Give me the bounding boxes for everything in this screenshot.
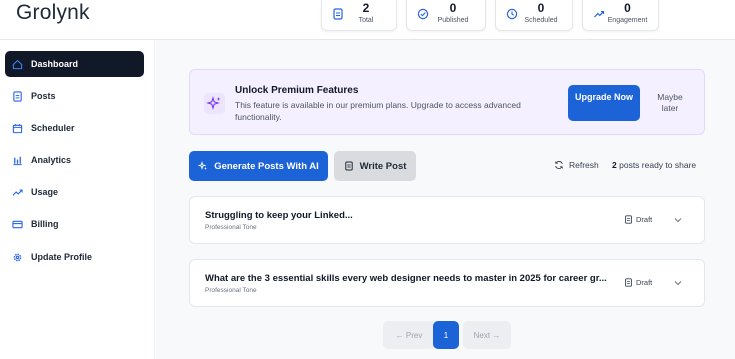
post-status-label: Draft	[636, 215, 653, 224]
generate-posts-label: Generate Posts With AI	[214, 160, 319, 172]
stat-label: Engagement	[607, 17, 648, 24]
sidebar-item-analytics[interactable]: Analytics	[5, 147, 144, 173]
write-post-button[interactable]: Write Post	[334, 151, 416, 181]
stat-label: Scheduled	[524, 17, 558, 24]
stat-card-scheduled: 0 Scheduled	[495, 0, 573, 31]
document-icon	[625, 278, 632, 287]
post-title: What are the 3 essential skills every we…	[205, 273, 607, 284]
sidebar-item-label: Posts	[31, 91, 56, 101]
gear-icon	[13, 253, 22, 261]
chevron-down-icon[interactable]	[673, 278, 683, 288]
sidebar-item-label: Dashboard	[31, 59, 79, 69]
stat-label: Total	[358, 17, 374, 24]
sidebar-item-label: Scheduler	[31, 123, 75, 133]
prev-page-button[interactable]: ← Prev	[383, 321, 435, 349]
sidebar-item-label: Analytics	[31, 155, 72, 165]
document-icon	[625, 215, 632, 224]
write-post-label: Write Post	[359, 160, 407, 172]
upgrade-now-button[interactable]: Upgrade Now	[568, 85, 640, 121]
post-status-badge: Draft	[624, 278, 652, 287]
premium-description: This feature is available in our premium…	[235, 100, 521, 122]
calendar-icon	[12, 123, 23, 133]
stat-value: 0	[624, 1, 631, 15]
sidebar-item-usage[interactable]: Usage	[5, 179, 144, 205]
premium-banner: Unlock Premium Features This feature is …	[189, 69, 705, 135]
premium-title: Unlock Premium Features	[235, 85, 359, 96]
sidebar-item-label: Billing	[31, 219, 59, 229]
sidebar-item-update-profile[interactable]: Update Profile	[5, 244, 144, 270]
top-header: Grolynk 2 Total 0 Published 0 Scheduled …	[0, 0, 735, 40]
trending-up-icon	[12, 189, 23, 196]
document-icon	[13, 90, 22, 102]
maybe-later-button[interactable]: Maybe later	[649, 92, 691, 114]
post-status-label: Draft	[636, 278, 653, 287]
refresh-icon	[555, 161, 563, 169]
stat-value: 0	[537, 1, 545, 15]
sidebar-item-billing[interactable]: Billing	[5, 211, 144, 237]
post-card[interactable]: What are the 3 essential skills every we…	[189, 259, 705, 307]
stat-card-published: 0 Published	[406, 0, 486, 31]
sidebar-item-scheduler[interactable]: Scheduler	[5, 115, 144, 141]
credit-card-icon	[12, 220, 23, 228]
post-card[interactable]: Struggling to keep your Linked... Profes…	[189, 196, 705, 244]
sparkles-icon	[204, 93, 225, 114]
sidebar-item-label: Usage	[31, 187, 59, 197]
post-tone: Professional Tone	[205, 224, 257, 231]
bar-chart-icon	[13, 156, 22, 165]
sidebar-item-dashboard[interactable]: Dashboard	[5, 51, 144, 77]
page-1-button[interactable]: 1	[433, 321, 459, 349]
post-status-badge: Draft	[624, 215, 652, 224]
stat-label: Published	[437, 17, 469, 24]
refresh-label: Refresh	[569, 160, 599, 170]
post-tone: Professional Tone	[205, 287, 257, 294]
document-icon	[344, 161, 353, 171]
ready-text: posts ready to share	[619, 160, 697, 170]
app-logo[interactable]: Grolynk	[16, 1, 90, 25]
stat-card-total: 2 Total	[321, 0, 397, 31]
generate-posts-button[interactable]: Generate Posts With AI	[189, 151, 328, 181]
stat-card-engagement: 0 Engagement	[582, 0, 659, 31]
stat-value: 2	[362, 1, 370, 15]
sparkles-icon	[198, 161, 208, 171]
sidebar: Dashboard Posts Scheduler Analytics Usag…	[0, 40, 155, 359]
post-title: Struggling to keep your Linked...	[205, 210, 353, 221]
sidebar-item-label: Update Profile	[31, 252, 93, 262]
home-icon	[12, 59, 23, 69]
chevron-down-icon[interactable]	[673, 215, 683, 225]
stat-value: 0	[449, 1, 457, 15]
sidebar-item-posts[interactable]: Posts	[5, 83, 144, 109]
next-page-button[interactable]: Next →	[463, 321, 511, 349]
main-content: Unlock Premium Features This feature is …	[156, 40, 735, 359]
ready-count: 2	[612, 160, 617, 170]
ready-count-text: 2 posts ready to share	[612, 160, 696, 170]
refresh-button[interactable]: Refresh	[554, 160, 599, 170]
